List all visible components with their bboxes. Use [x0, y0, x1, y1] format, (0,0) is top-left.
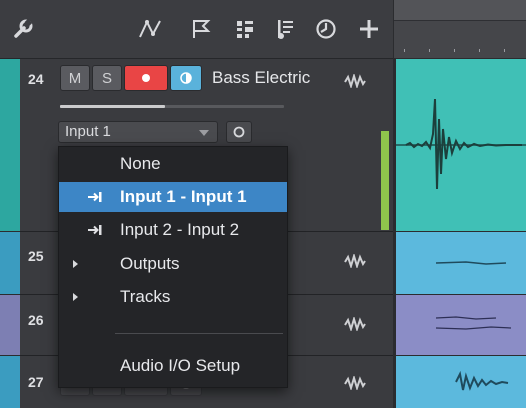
- automation-icon[interactable]: [138, 16, 164, 42]
- track-number: 26: [28, 312, 44, 328]
- track-color-strip-24: [0, 59, 20, 231]
- waveform-icon[interactable]: [344, 72, 366, 90]
- record-arm-button[interactable]: [124, 65, 168, 91]
- menu-item-outputs[interactable]: Outputs: [59, 249, 287, 279]
- mute-button[interactable]: M: [60, 65, 90, 91]
- monitor-icon: [180, 72, 192, 84]
- studio-one-window: 24 M S Bass Electric Input 1 25 26 27 No…: [0, 0, 526, 408]
- audio-event-wurli[interactable]: [396, 356, 526, 408]
- channel-editor-icon[interactable]: [232, 16, 258, 42]
- record-icon: [142, 74, 150, 82]
- score-icon[interactable]: [273, 16, 299, 42]
- waveform-icon[interactable]: [344, 315, 366, 333]
- track-toolbar: [0, 0, 393, 59]
- menu-item-label: Input 1 - Input 1: [120, 187, 247, 206]
- menu-separator: [115, 333, 283, 334]
- waveform-icon[interactable]: [344, 374, 366, 392]
- volume-bar[interactable]: [60, 105, 165, 108]
- input-options-button[interactable]: [226, 121, 252, 143]
- input-select-value: Input 1: [65, 123, 111, 140]
- track-number: 27: [28, 374, 44, 390]
- track-number: 24: [28, 71, 44, 87]
- menu-item-label: Outputs: [120, 254, 180, 273]
- timeline-ruler[interactable]: [394, 0, 526, 58]
- menu-item-label: Audio I/O Setup: [120, 356, 241, 375]
- track-number: 25: [28, 248, 44, 264]
- menu-item-audio-io-setup[interactable]: Audio I/O Setup: [59, 351, 287, 381]
- wrench-icon[interactable]: [10, 16, 36, 42]
- menu-item-tracks[interactable]: Tracks: [59, 282, 287, 312]
- submenu-arrow-icon: [73, 293, 78, 301]
- waveform-icon[interactable]: [344, 252, 366, 270]
- menu-item-input-2[interactable]: Input 2 - Input 2: [59, 215, 287, 245]
- level-meter: [381, 131, 389, 230]
- track-color-strip-25: [0, 232, 20, 294]
- input-arrow-icon: [88, 192, 102, 202]
- ruler-marker-lane: [394, 0, 526, 21]
- menu-item-label: Tracks: [120, 287, 171, 306]
- submenu-arrow-icon: [73, 260, 78, 268]
- menu-item-input-1[interactable]: Input 1 - Input 1: [59, 182, 287, 212]
- menu-item-label: Input 2 - Input 2: [120, 220, 240, 239]
- input-dropdown-menu: None Input 1 - Input 1 Input 2 - Input 2…: [58, 146, 288, 388]
- timing-icon[interactable]: [313, 16, 339, 42]
- audio-event-bass[interactable]: [396, 59, 526, 231]
- input-select[interactable]: Input 1: [58, 121, 218, 143]
- audio-event-track-25[interactable]: [396, 232, 526, 294]
- solo-button[interactable]: S: [92, 65, 122, 91]
- menu-item-label: None: [120, 154, 161, 173]
- add-track-icon[interactable]: [356, 16, 382, 42]
- track-color-strip-27: [0, 356, 20, 408]
- track-color-strip-26: [0, 295, 20, 355]
- track-name[interactable]: Bass Electric: [212, 68, 310, 88]
- circle-icon: [233, 126, 245, 138]
- monitor-button[interactable]: [170, 65, 202, 91]
- marker-flag-icon[interactable]: [188, 16, 214, 42]
- input-arrow-icon: [88, 225, 102, 235]
- chevron-down-icon: [199, 130, 209, 136]
- audio-event-track-26[interactable]: [396, 295, 526, 355]
- menu-item-none[interactable]: None: [59, 149, 287, 179]
